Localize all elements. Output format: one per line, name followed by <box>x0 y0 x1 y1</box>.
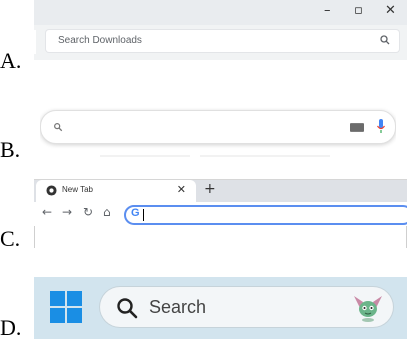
window-edge <box>406 226 407 248</box>
microphone-icon[interactable] <box>376 119 386 135</box>
option-letter-d: D. <box>0 315 22 340</box>
window-title-bar: – ▫ ✕ <box>34 0 407 25</box>
new-tab-button[interactable]: + <box>204 181 216 197</box>
windows-logo-icon[interactable] <box>50 291 82 323</box>
browser-newtab-panel: New Tab ✕ + ← → ↻ ⌂ G <box>34 179 407 248</box>
address-bar[interactable]: G <box>124 205 407 225</box>
option-letter-b: B. <box>0 137 21 162</box>
chrome-icon <box>46 185 57 196</box>
text-caret <box>143 209 144 221</box>
suggestion-divider <box>200 155 330 157</box>
keyboard-icon[interactable] <box>350 123 364 132</box>
search-pill-panel <box>40 106 396 166</box>
mascot-icon <box>354 296 382 322</box>
search-icon <box>380 35 390 45</box>
search-icon <box>117 298 138 319</box>
panel-edge <box>34 30 36 54</box>
google-icon: G <box>131 207 140 219</box>
close-button[interactable]: ✕ <box>385 3 396 18</box>
taskbar-search-box[interactable]: Search <box>100 287 393 327</box>
taskbar-panel: Search <box>34 277 407 339</box>
minimize-button[interactable]: – <box>324 3 331 18</box>
reload-button[interactable]: ↻ <box>83 205 93 219</box>
search-bar[interactable] <box>40 110 396 144</box>
tab-close-button[interactable]: ✕ <box>177 183 186 196</box>
tab-strip: New Tab ✕ + <box>34 180 407 202</box>
suggestion-divider <box>100 155 190 157</box>
home-button[interactable]: ⌂ <box>103 205 111 219</box>
option-letter-a: A. <box>0 48 22 73</box>
search-placeholder: Search <box>149 297 207 317</box>
downloads-search-input[interactable]: Search Downloads <box>46 30 399 52</box>
back-button[interactable]: ← <box>42 205 52 219</box>
window-edge <box>34 226 35 248</box>
tab-title: New Tab <box>62 185 93 194</box>
browser-toolbar: ← → ↻ ⌂ G <box>34 202 407 226</box>
forward-button[interactable]: → <box>62 205 72 219</box>
search-placeholder: Search Downloads <box>58 35 142 46</box>
tab-new-tab[interactable]: New Tab ✕ <box>36 180 196 202</box>
restore-button[interactable]: ▫ <box>354 3 363 18</box>
downloads-search-panel: – ▫ ✕ Search Downloads <box>34 0 407 60</box>
option-letter-c: C. <box>0 226 21 251</box>
search-icon <box>54 123 63 132</box>
